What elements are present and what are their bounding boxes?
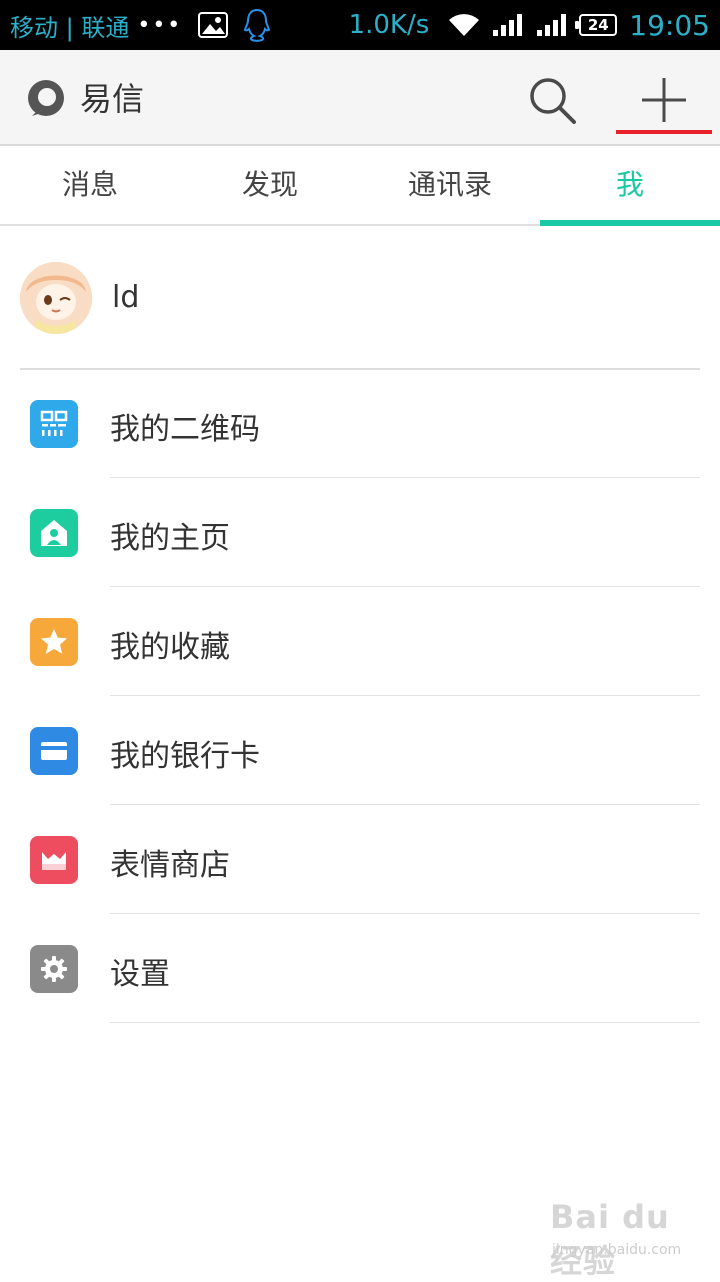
more-notifications-icon: ••• bbox=[137, 12, 183, 38]
divider bbox=[110, 695, 700, 696]
watermark-brand: Bai du 经验 bbox=[550, 1198, 670, 1280]
tab-me[interactable]: 我 bbox=[540, 146, 720, 226]
plus-icon[interactable] bbox=[636, 72, 692, 128]
search-icon[interactable] bbox=[526, 74, 578, 126]
app-title: 易信 bbox=[80, 80, 145, 118]
divider bbox=[110, 586, 700, 587]
qq-notification-icon bbox=[244, 8, 271, 42]
signal-icon-2 bbox=[537, 14, 567, 36]
profile-name: ld bbox=[112, 280, 140, 315]
watermark: Bai du 经验 jingyan.baidu.com bbox=[550, 1198, 700, 1280]
highlight-underline bbox=[616, 130, 712, 134]
star-icon bbox=[30, 618, 78, 666]
card-icon bbox=[30, 727, 78, 775]
menu-label: 我的银行卡 bbox=[110, 739, 260, 774]
signal-icon-1 bbox=[493, 14, 523, 36]
qrcode-icon bbox=[30, 400, 78, 448]
menu-item-settings[interactable]: 设置 bbox=[0, 915, 720, 1023]
tab-messages[interactable]: 消息 bbox=[0, 146, 180, 224]
battery-level: 24 bbox=[587, 16, 609, 34]
divider bbox=[110, 804, 700, 805]
menu-item-bank-card[interactable]: 我的银行卡 bbox=[0, 697, 720, 805]
wifi-icon bbox=[449, 14, 480, 36]
divider bbox=[110, 1022, 700, 1023]
store-icon bbox=[30, 836, 78, 884]
image-notification-icon bbox=[198, 12, 229, 38]
watermark-url: jingyan.baidu.com bbox=[552, 1242, 682, 1258]
menu-label: 表情商店 bbox=[110, 848, 230, 883]
menu-label: 我的主页 bbox=[110, 521, 230, 556]
menu-item-qrcode[interactable]: 我的二维码 bbox=[0, 370, 720, 478]
network-speed: 1.0K/s bbox=[348, 10, 430, 40]
carrier-label: 移动 | 联通 bbox=[10, 13, 130, 42]
avatar[interactable] bbox=[20, 262, 92, 334]
home-icon bbox=[30, 509, 78, 557]
menu-label: 我的二维码 bbox=[110, 412, 260, 447]
app-header: 易信 bbox=[0, 50, 720, 146]
status-bar: 移动 | 联通 ••• 1.0K/s 24 19:05 bbox=[0, 0, 720, 50]
menu-label: 我的收藏 bbox=[110, 630, 230, 665]
battery-icon: 24 bbox=[575, 14, 618, 36]
tab-contacts[interactable]: 通讯录 bbox=[360, 146, 540, 224]
divider bbox=[110, 477, 700, 478]
menu-item-favorites[interactable]: 我的收藏 bbox=[0, 588, 720, 696]
tab-bar: 消息 发现 通讯录 我 bbox=[0, 146, 720, 226]
gear-icon bbox=[30, 945, 78, 993]
yixin-logo-icon bbox=[28, 80, 64, 116]
menu-label: 设置 bbox=[110, 957, 170, 992]
clock: 19:05 bbox=[629, 8, 710, 42]
profile-row[interactable]: ld bbox=[0, 226, 720, 370]
divider bbox=[110, 913, 700, 914]
tab-discover[interactable]: 发现 bbox=[180, 146, 360, 224]
menu-item-sticker-store[interactable]: 表情商店 bbox=[0, 806, 720, 914]
menu-item-homepage[interactable]: 我的主页 bbox=[0, 479, 720, 587]
